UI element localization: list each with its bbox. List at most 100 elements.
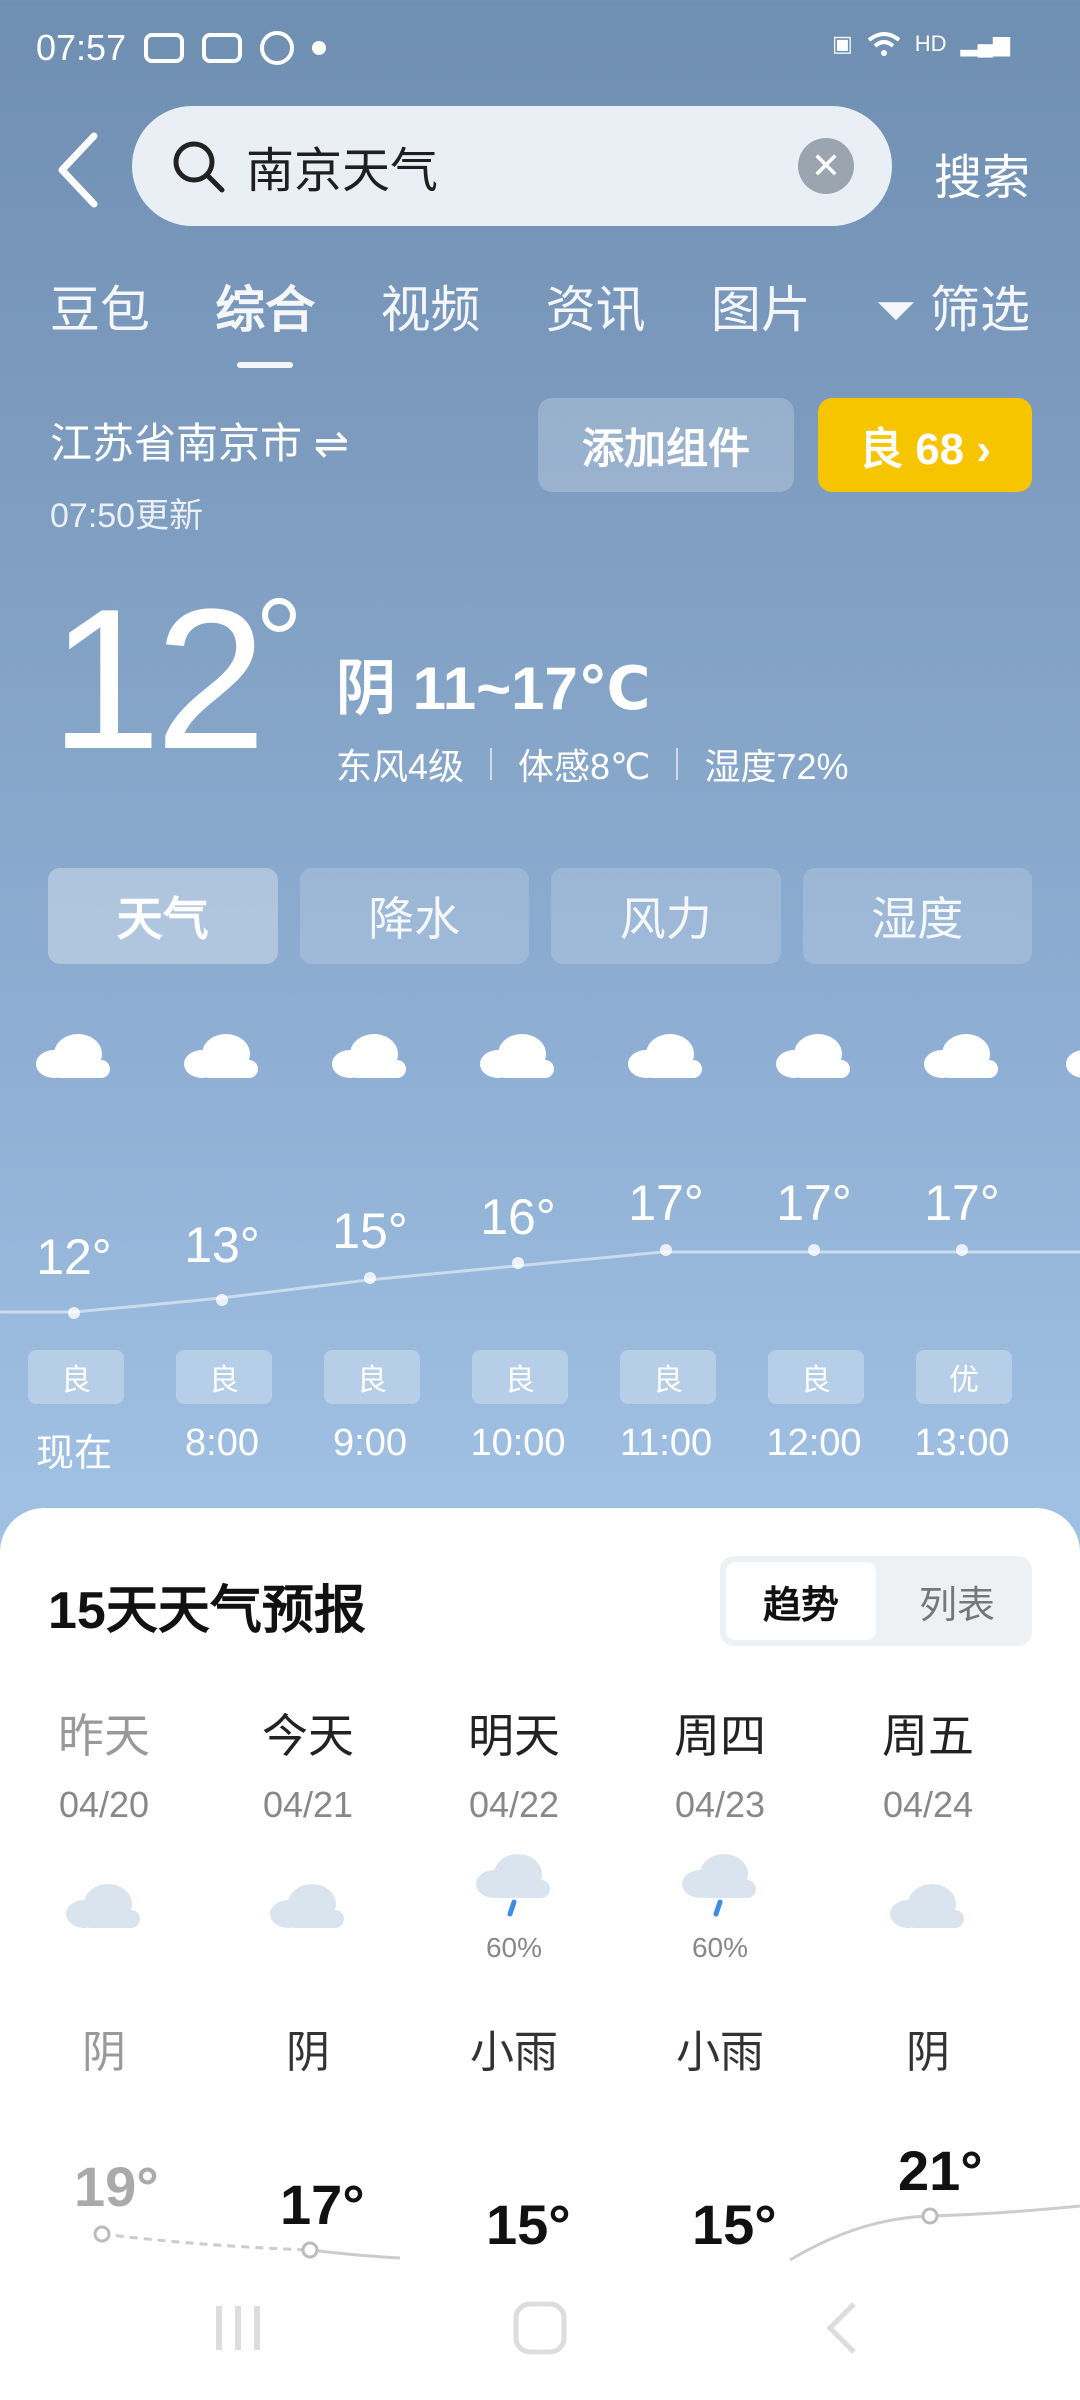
clear-icon[interactable]: ✕ (798, 138, 854, 194)
cloud-icon (776, 1034, 850, 1078)
back-icon[interactable] (50, 130, 110, 210)
search-icon (173, 141, 225, 193)
day-weather: 小雨 (676, 2028, 764, 2077)
day-date: 04/23 (674, 1784, 766, 1825)
day-high-temp: 21° (898, 2139, 983, 2202)
current-details: 东风4级 体感8℃ 湿度72% (336, 738, 849, 790)
hour-time: 8:00 (185, 1422, 259, 1464)
day-date: 04/20 (58, 1784, 150, 1825)
cloud-icon (628, 1034, 702, 1078)
tab-filter[interactable]: ⏷ 筛选 (876, 270, 1030, 342)
status-time: 07:57 (36, 27, 127, 68)
day-name: 周四 (674, 1710, 766, 1762)
day-weather: 小雨 (470, 2028, 558, 2077)
day-high-temp: 15° (692, 2193, 777, 2256)
light-rain-icon (476, 1854, 550, 1917)
aq-badge: 良 (176, 1350, 272, 1404)
divider (676, 748, 679, 780)
tab-news[interactable]: 资讯 (546, 270, 646, 342)
hourly-chip-tabs: 天气 降水 风力 湿度 (48, 868, 1032, 964)
hour-temp: 16° (480, 1189, 556, 1245)
day-date: 04/22 (468, 1784, 560, 1825)
filter-label: 筛选 (930, 282, 1030, 338)
home-icon[interactable] (512, 2300, 568, 2356)
day-column[interactable]: 今天 04/21 阴 (218, 1700, 398, 2077)
cloud-icon (1066, 1050, 1080, 1078)
status-bar: 07:57 (36, 18, 327, 78)
day-date: 04/21 (262, 1784, 354, 1825)
aq-badge: 良 (472, 1350, 568, 1404)
hour-temp: 17° (776, 1175, 852, 1231)
back-nav-icon[interactable] (816, 2300, 872, 2356)
chip-weather[interactable]: 天气 (48, 868, 278, 964)
chip-humidity[interactable]: 湿度 (802, 868, 1032, 964)
cloud-icon (66, 1884, 140, 1928)
trend-dot (808, 1244, 820, 1256)
trend-dot (68, 1307, 80, 1319)
toggle-trend[interactable]: 趋势 (726, 1562, 876, 1640)
trend-dot (364, 1272, 376, 1284)
category-tabs: 豆包 综合 视频 资讯 图片 ⏷ 筛选 (50, 270, 1030, 368)
day-column[interactable]: 昨天 04/20 阴 (14, 1700, 194, 2077)
tab-video[interactable]: 视频 (380, 270, 480, 342)
chip-wind[interactable]: 风力 (551, 868, 781, 964)
day-high-temp: 15° (486, 2193, 571, 2256)
toggle-list[interactable]: 列表 (882, 1556, 1032, 1646)
day-name: 昨天 (58, 1710, 150, 1762)
day-weather: 阴 (82, 2028, 126, 2077)
day-weather: 阴 (906, 2028, 950, 2077)
sync-notification-icon (260, 31, 295, 65)
hour-time: 13:00 (914, 1422, 1010, 1464)
wifi-icon (867, 32, 901, 56)
search-button[interactable]: 搜索 (934, 138, 1030, 208)
precip-chance: 60% (691, 1932, 749, 1963)
hour-time: 12:00 (766, 1422, 862, 1464)
day-column[interactable]: 周四 04/23 60% 小雨 (630, 1700, 810, 2077)
tab-doubao[interactable]: 豆包 (50, 270, 150, 342)
hour-temp: 17° (628, 1175, 704, 1231)
cloud-icon (480, 1034, 554, 1078)
tab-general[interactable]: 综合 (215, 270, 315, 368)
cloud-icon (890, 1884, 964, 1928)
city-name: 江苏省南京市 (50, 420, 303, 467)
cloud-icon (270, 1884, 344, 1928)
chip-precipitation[interactable]: 降水 (299, 868, 529, 964)
cloud-icon (184, 1034, 258, 1078)
tab-images[interactable]: 图片 (711, 270, 811, 342)
filter-icon: ⏷ (876, 282, 930, 338)
trend-dot (956, 1244, 968, 1256)
battery-saver-icon: ▣ (831, 31, 853, 56)
cloud-icon (332, 1034, 406, 1078)
hour-time: 9:00 (333, 1422, 407, 1464)
add-widget-button[interactable]: 添加组件 (538, 398, 794, 492)
aq-badge: 优 (916, 1350, 1012, 1404)
hd-label: HD (914, 31, 947, 56)
search-input[interactable]: 南京天气 ✕ (132, 106, 892, 226)
trend-dot (660, 1244, 672, 1256)
aq-badge: 良 (620, 1350, 716, 1404)
recent-apps-icon[interactable] (210, 2300, 266, 2356)
view-toggle: 趋势 列表 (720, 1556, 1032, 1646)
degree-symbol (262, 598, 296, 632)
day-name: 周五 (882, 1710, 974, 1762)
status-right: ▣ HD ▂▄▆ (832, 30, 1010, 58)
day-column[interactable]: 明天 04/22 60% 小雨 (424, 1700, 604, 2077)
day-date: 04/24 (882, 1784, 974, 1825)
aq-badge: 良 (768, 1350, 864, 1404)
app-notification-icon (144, 33, 185, 63)
current-condition: 阴 11~17℃ (336, 655, 651, 722)
cloud-icon (924, 1034, 998, 1078)
hour-time: 10:00 (470, 1422, 566, 1464)
feels-like-text: 体感8℃ (518, 746, 651, 787)
trend-dot (216, 1294, 228, 1306)
location-switch[interactable]: 江苏省南京市 ⇌ (50, 410, 349, 471)
day-column[interactable]: 周五 04/24 阴 (838, 1700, 1018, 2077)
aqi-button[interactable]: 良 68 › (818, 398, 1032, 492)
hour-time: 现在 (35, 1433, 112, 1475)
hour-temp: 17° (924, 1175, 1000, 1231)
humidity-text: 湿度72% (704, 746, 849, 787)
more-notifications-dot (312, 41, 327, 55)
precip-chance: 60% (485, 1932, 543, 1963)
divider (490, 748, 493, 780)
wind-text: 东风4级 (336, 746, 465, 787)
